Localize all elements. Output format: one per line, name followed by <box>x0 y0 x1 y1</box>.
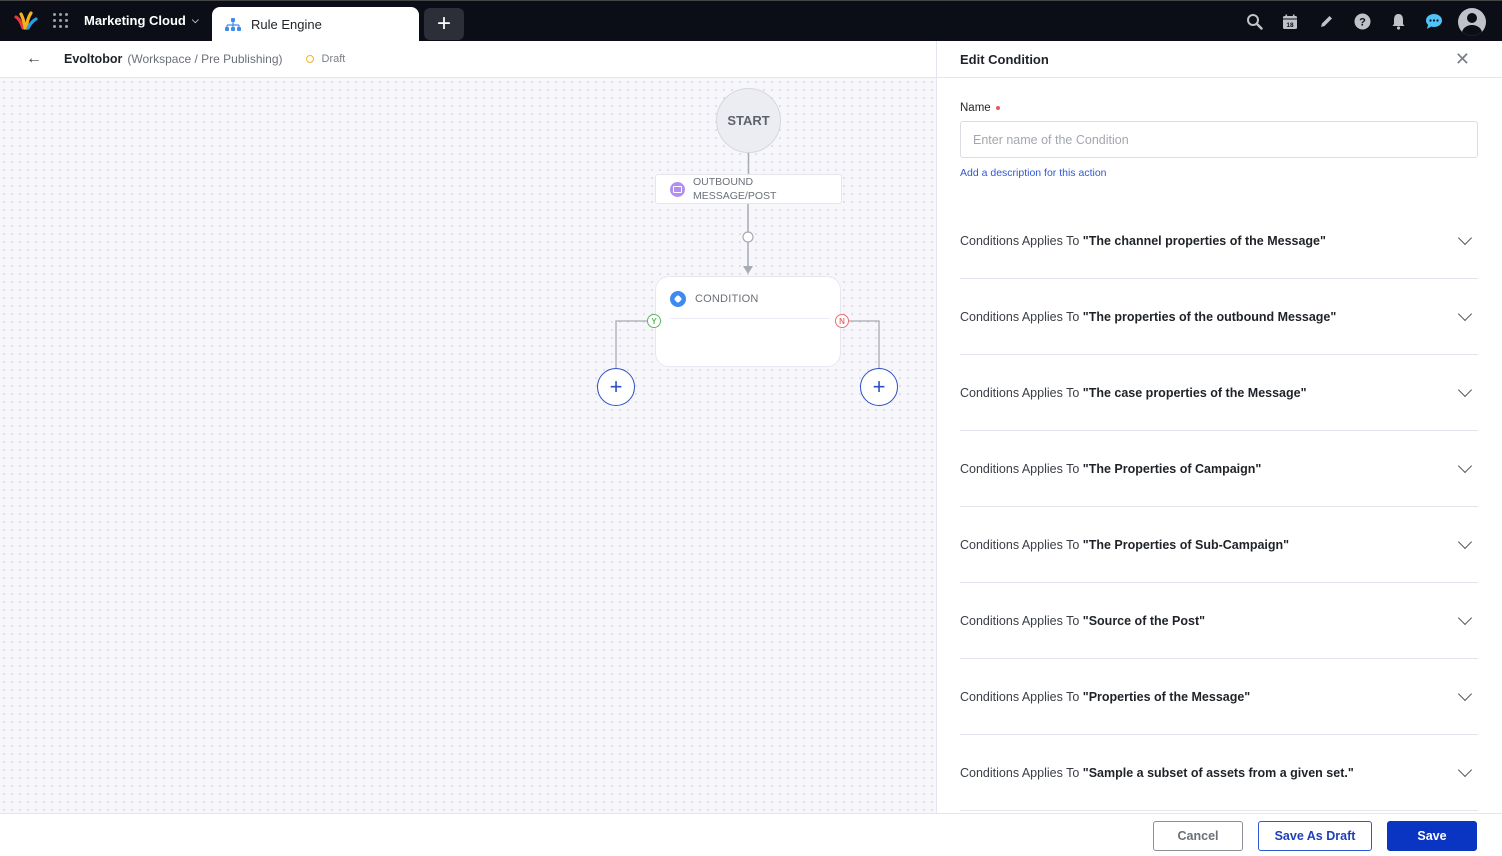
chevron-down-icon[interactable] <box>1457 382 1473 398</box>
edit-condition-panel: Edit Condition ✕ Name Add a description … <box>936 41 1502 813</box>
outbound-label-line2: MESSAGE/POST <box>693 190 777 202</box>
name-field-label: Name <box>960 102 1000 114</box>
product-switcher[interactable]: Marketing Cloud ⌵ <box>84 13 199 28</box>
conditions-accordion: Conditions Applies To "The channel prope… <box>960 203 1478 811</box>
bell-icon[interactable] <box>1380 1 1416 42</box>
panel-title: Edit Condition <box>960 51 1049 67</box>
condition-accordion-item[interactable]: Conditions Applies To "Sample a subset o… <box>960 735 1478 811</box>
save-as-draft-button[interactable]: Save As Draft <box>1258 821 1372 851</box>
condition-accordion-item[interactable]: Conditions Applies To "The properties of… <box>960 279 1478 355</box>
hierarchy-icon <box>225 17 241 31</box>
condition-diamond-icon <box>670 291 686 307</box>
condition-name-input[interactable] <box>960 121 1478 158</box>
condition-accordion-item[interactable]: Conditions Applies To "The case properti… <box>960 355 1478 431</box>
new-tab-button[interactable]: + <box>424 8 464 40</box>
tab-rule-engine[interactable]: Rule Engine <box>212 7 419 42</box>
no-branch-badge: N <box>835 314 849 328</box>
condition-target: "The Properties of Sub-Campaign" <box>1082 537 1290 552</box>
search-icon[interactable] <box>1236 1 1272 42</box>
user-avatar[interactable] <box>1458 7 1486 36</box>
pencil-icon[interactable] <box>1308 1 1344 42</box>
condition-prefix: Conditions Applies To <box>960 613 1080 628</box>
condition-target: "The channel properties of the Message" <box>1082 233 1326 248</box>
condition-target: "The Properties of Campaign" <box>1082 461 1262 476</box>
condition-prefix: Conditions Applies To <box>960 537 1080 552</box>
condition-divider <box>670 318 830 319</box>
condition-node-label: CONDITION <box>695 293 759 305</box>
back-arrow-icon[interactable]: ← <box>26 50 42 68</box>
rule-canvas[interactable]: START OUTBOUND MESSAGE/POST CONDITION Y … <box>0 78 937 813</box>
condition-accordion-item[interactable]: Conditions Applies To "Source of the Pos… <box>960 583 1478 659</box>
tab-label: Rule Engine <box>251 17 322 32</box>
cancel-button[interactable]: Cancel <box>1153 821 1243 851</box>
connector-handle <box>742 231 754 243</box>
chevron-down-icon[interactable] <box>1457 610 1473 626</box>
chevron-down-icon[interactable] <box>1457 230 1473 246</box>
action-footer: Cancel Save As Draft Save <box>0 813 1502 856</box>
chat-icon[interactable] <box>1416 1 1452 42</box>
condition-node[interactable]: CONDITION <box>655 276 841 367</box>
workspace-path: (Workspace / Pre Publishing) <box>127 52 283 66</box>
condition-accordion-item[interactable]: Conditions Applies To "The channel prope… <box>960 203 1478 279</box>
app-launcher-icon[interactable] <box>53 13 69 29</box>
condition-target: "The case properties of the Message" <box>1082 385 1307 400</box>
outbound-label-line1: OUTBOUND <box>693 176 754 188</box>
condition-accordion-item[interactable]: Conditions Applies To "Properties of the… <box>960 659 1478 735</box>
calendar-day: 18 <box>1286 22 1294 29</box>
condition-target: "Source of the Post" <box>1082 613 1206 628</box>
name-label-text: Name <box>960 102 991 114</box>
outbound-message-node[interactable]: OUTBOUND MESSAGE/POST <box>655 174 842 204</box>
required-indicator-icon <box>995 105 1000 110</box>
status-badge: Draft <box>321 53 346 65</box>
product-label: Marketing Cloud <box>84 13 186 28</box>
add-node-no-button[interactable]: + <box>860 368 898 406</box>
condition-prefix: Conditions Applies To <box>960 233 1080 248</box>
message-icon <box>670 181 685 197</box>
workspace-header: ← Evoltobor (Workspace / Pre Publishing)… <box>0 41 937 78</box>
save-button[interactable]: Save <box>1387 821 1477 851</box>
status-dot-icon <box>305 55 314 63</box>
condition-accordion-item[interactable]: Conditions Applies To "The Properties of… <box>960 431 1478 507</box>
close-icon[interactable]: ✕ <box>1455 49 1470 70</box>
arrow-head-icon <box>743 266 753 274</box>
condition-prefix: Conditions Applies To <box>960 689 1080 704</box>
condition-target: "The properties of the outbound Message" <box>1082 309 1337 324</box>
add-node-yes-button[interactable]: + <box>597 368 635 406</box>
brand-logo-icon[interactable] <box>14 11 38 31</box>
chevron-down-icon: ⌵ <box>191 15 199 25</box>
top-navigation-bar: Marketing Cloud ⌵ Rule Engine + 18 ? <box>0 0 1502 42</box>
start-node[interactable]: START <box>716 88 781 153</box>
condition-accordion-item[interactable]: Conditions Applies To "The Properties of… <box>960 507 1478 583</box>
chevron-down-icon[interactable] <box>1457 458 1473 474</box>
condition-prefix: Conditions Applies To <box>960 765 1080 780</box>
condition-prefix: Conditions Applies To <box>960 309 1080 324</box>
condition-prefix: Conditions Applies To <box>960 461 1080 476</box>
help-icon[interactable]: ? <box>1344 1 1380 42</box>
add-description-link[interactable]: Add a description for this action <box>960 167 1107 179</box>
workspace-name: Evoltobor <box>64 52 123 66</box>
condition-target: "Sample a subset of assets from a given … <box>1082 765 1354 780</box>
yes-branch-badge: Y <box>647 314 661 328</box>
calendar-icon[interactable]: 18 <box>1272 1 1308 42</box>
condition-prefix: Conditions Applies To <box>960 385 1080 400</box>
chevron-down-icon[interactable] <box>1457 686 1473 702</box>
condition-target: "Properties of the Message" <box>1082 689 1251 704</box>
chevron-down-icon[interactable] <box>1457 534 1473 550</box>
svg-text:?: ? <box>1359 17 1366 29</box>
chevron-down-icon[interactable] <box>1457 762 1473 778</box>
chevron-down-icon[interactable] <box>1457 306 1473 322</box>
